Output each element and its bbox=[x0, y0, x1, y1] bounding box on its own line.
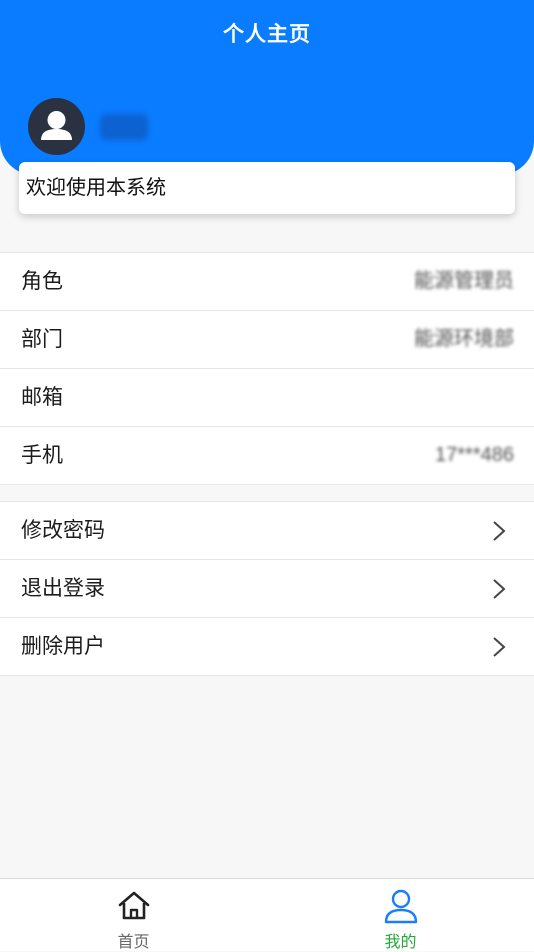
change-password-label: 修改密码 bbox=[21, 519, 105, 542]
chevron-right-icon bbox=[493, 637, 506, 657]
change-password-item[interactable]: 修改密码 bbox=[0, 502, 534, 560]
welcome-card: 欢迎使用本系统 bbox=[19, 162, 515, 214]
tab-home[interactable]: 首页 bbox=[0, 879, 267, 951]
account-actions-list: 修改密码 退出登录 删除用户 bbox=[0, 501, 534, 676]
info-row-phone: 手机 17***486 bbox=[0, 427, 534, 485]
home-icon bbox=[118, 891, 149, 920]
user-info-list: 角色 能源管理员 部门 能源环境部 邮箱 手机 17***486 bbox=[0, 252, 534, 485]
logout-item[interactable]: 退出登录 bbox=[0, 560, 534, 618]
delete-user-item[interactable]: 删除用户 bbox=[0, 618, 534, 676]
department-value: 能源环境部 bbox=[414, 328, 514, 350]
info-row-email: 邮箱 bbox=[0, 369, 534, 427]
logout-label: 退出登录 bbox=[21, 577, 105, 600]
user-icon bbox=[384, 889, 417, 924]
bottom-tab-bar: 首页 我的 bbox=[0, 878, 534, 951]
profile-header: 个人主页 bbox=[0, 0, 534, 175]
info-row-role: 角色 能源管理员 bbox=[0, 253, 534, 311]
tab-me-label: 我的 bbox=[384, 934, 417, 951]
user-avatar-icon[interactable] bbox=[28, 98, 85, 155]
phone-label: 手机 bbox=[21, 444, 63, 467]
phone-value: 17***486 bbox=[435, 444, 514, 466]
welcome-text: 欢迎使用本系统 bbox=[26, 177, 166, 199]
tab-me[interactable]: 我的 bbox=[267, 879, 534, 951]
role-label: 角色 bbox=[21, 270, 63, 293]
page-title: 个人主页 bbox=[223, 23, 311, 46]
role-value: 能源管理员 bbox=[414, 270, 514, 292]
tab-home-label: 首页 bbox=[117, 934, 150, 951]
email-label: 邮箱 bbox=[21, 386, 63, 409]
info-row-department: 部门 能源环境部 bbox=[0, 311, 534, 369]
username-text bbox=[100, 114, 148, 140]
chevron-right-icon bbox=[493, 521, 506, 541]
department-label: 部门 bbox=[21, 328, 63, 351]
delete-user-label: 删除用户 bbox=[21, 635, 105, 658]
chevron-right-icon bbox=[493, 579, 506, 599]
